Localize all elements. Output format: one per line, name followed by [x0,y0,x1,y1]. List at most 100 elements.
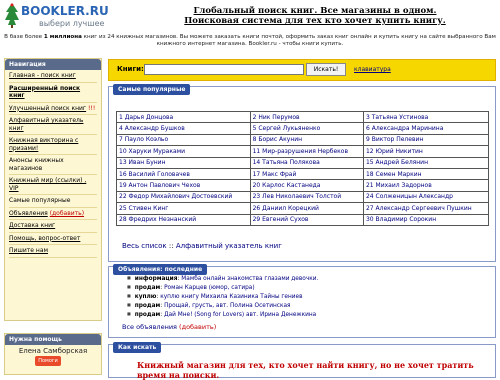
site-logo[interactable]: BOOKLER.RU выбери лучшее [3,2,123,32]
author-link[interactable]: 29 Евгений Сухов [253,216,309,223]
table-cell: 19 Антон Павлович Чехов [116,179,251,192]
nav-item-improved-search[interactable]: Улучшенный поиск книг !!! [9,103,97,115]
nav-item-contact[interactable]: Пишите нам [9,245,97,258]
nav-item-book-world[interactable]: Книжный мир (ссылки) , VIP [9,175,97,195]
table-row: 1 Дарья Донцова 2 Ник Перумов 3 Татьяна Ус… [116,110,490,124]
table-cell: 18 Семен Маркин [362,167,490,181]
author-link[interactable]: 7 Пауло Коэльо [119,136,168,143]
table-row: 19 Антон Павлович Чехов 20 Карлос Кастане… [116,179,490,192]
table-row: 7 Пауло Коэльо 8 Борис Акунин 9 Виктор Пел… [116,133,490,147]
author-link[interactable]: 11 Мир-разрушения Нербеков [253,148,348,155]
author-link[interactable]: 28 Фредрих Незнанский [119,216,196,223]
table-cell: 9 Виктор Пелевин [362,133,490,147]
nav-item-help[interactable]: Помощь, вопрос-ответ [9,233,97,245]
table-cell: 16 Василий Головачев [116,167,251,181]
popular-footer: Весь список :: Алфавитный указатель книг [122,242,282,250]
nav-label[interactable]: Пишите нам [9,247,48,254]
nav-item-popular[interactable]: Самые популярные [9,195,97,208]
nav-label[interactable]: Анонсы книжных магазинов [9,157,64,172]
how-to-tab: Как искать [113,342,162,353]
title-line-2: Поисковая система для тех кто хочет купи… [184,16,446,26]
search-button[interactable]: Искать! [306,63,346,76]
nav-label[interactable]: Книжная викторина с призами! [9,137,78,152]
table-cell: 27 Александр Сергеевич Пушкин [362,202,490,215]
table-cell: 17 Макс Фрай [249,167,364,181]
all-ads-link[interactable]: Все объявления [122,323,177,331]
author-link[interactable]: 26 Даниил Корецкий [253,205,319,212]
author-link[interactable]: 21 Михаил Задорнов [366,182,432,189]
author-link[interactable]: 2 Ник Перумов [253,114,300,121]
table-cell: 24 Солженицын Александр [362,190,490,204]
keyboard-link[interactable]: клавиатура [354,66,391,73]
table-cell: 30 Владимир Сорокин [362,213,490,226]
author-link[interactable]: 14 Татьяна Полякова [253,159,320,166]
author-link[interactable]: 20 Карлос Кастанеда [253,182,321,189]
nav-label[interactable]: Самые популярные [9,197,70,204]
logo-text: BOOKLER.RU [21,4,109,18]
nav-item-advanced-search[interactable]: Расширенный поиск книг [9,83,97,103]
alphabet-index-link[interactable]: Алфавитный указатель книг [176,242,282,250]
table-cell: 22 Федор Михайлович Достоевский [116,190,251,204]
author-link[interactable]: 25 Стивен Кинг [119,205,168,212]
author-link[interactable]: 1 Дарья Донцова [119,114,173,121]
help-header: Нужна помощь [5,334,101,345]
nav-label[interactable]: Улучшенный поиск книг [9,105,86,112]
help-button[interactable]: Помоги [35,356,61,366]
popular-panel: Самые популярные 1 Дарья Донцова 2 Ник Пе… [108,84,496,262]
nav-label[interactable]: Доставка книг [9,222,55,229]
author-link[interactable]: 17 Макс Фрай [253,171,297,178]
author-link[interactable]: 8 Борис Акунин [253,136,302,143]
popular-tab: Самые популярные [113,84,191,95]
ad-link[interactable]: Дай Мне! (Song for Lovers) авт. Ирина Де… [164,312,316,318]
table-cell: 20 Карлос Кастанеда [249,179,364,192]
author-link[interactable]: 19 Антон Павлович Чехов [119,182,200,189]
ad-type: продам [134,303,161,309]
table-cell: 2 Ник Перумов [249,110,364,124]
add-ad-link[interactable]: (добавить) [50,210,84,217]
author-link[interactable]: 13 Иван Бунин [119,159,166,166]
author-link[interactable]: 4 Александр Бушков [119,125,185,132]
intro-rest: книг из 24 книжных магазинов. Вы можете … [81,34,496,47]
author-link[interactable]: 6 Александра Маринина [366,125,443,132]
ad-link[interactable]: Мамба онлайн знакомства глазами девочки. [181,276,318,282]
ad-link[interactable]: Роман Карцев (юмор, сатира) [164,285,255,291]
author-link[interactable]: 27 Александр Сергеевич Пушкин [366,205,472,212]
author-link[interactable]: 15 Андрей Белянин [366,159,428,166]
nav-item-announcements[interactable]: Анонсы книжных магазинов [9,155,97,175]
announcements-panel: Объявления: последние информация: Мамба … [108,264,496,338]
intro-lead: В базе более [4,34,43,40]
nav-item-delivery[interactable]: Доставка книг [9,220,97,233]
author-link[interactable]: 9 Виктор Пелевин [366,136,423,143]
author-link[interactable]: 10 Харуки Мураками [119,148,185,155]
nav-label[interactable]: Объявления [9,210,48,217]
nav-label[interactable]: Главная - поиск книг [9,72,76,79]
ad-type: куплю [134,294,157,300]
author-link[interactable]: 23 Лев Николаевич Толстой [253,193,342,200]
nav-item-ads[interactable]: Объявления (добавить) [9,208,97,220]
author-link[interactable]: 18 Семен Маркин [366,171,422,178]
author-link[interactable]: 3 Татьяна Устинова [366,114,428,121]
table-cell: 1 Дарья Донцова [116,110,251,124]
ad-link[interactable]: куплю книгу Михаила Казиника Тайны гение… [160,294,302,300]
how-to-text: Книжный магазин для тех, кто хочет найти… [137,360,474,380]
search-label: Книги: [117,65,144,73]
nav-label[interactable]: Алфавитный указатель книг [9,117,83,132]
author-link[interactable]: 5 Сергей Лукьяненко [253,125,321,132]
helper-name: Елена Самборская [18,347,88,355]
author-link[interactable]: 12 Юрий Никитин [366,148,423,155]
search-input[interactable] [144,64,304,75]
nav-item-alphabet-index[interactable]: Алфавитный указатель книг [9,115,97,135]
nav-label[interactable]: Книжный мир (ссылки) , VIP [9,177,86,192]
author-link[interactable]: 24 Солженицын Александр [366,193,453,200]
ad-link[interactable]: Прощай, грусть, авт. Полина Осетинская [164,303,290,309]
list-item: продам: Прощай, грусть, авт. Полина Осет… [127,301,318,310]
nav-label[interactable]: Расширенный поиск книг [9,85,80,100]
author-link[interactable]: 30 Владимир Сорокин [366,216,436,223]
author-link[interactable]: 22 Федор Михайлович Достоевский [119,193,232,200]
nav-label[interactable]: Помощь, вопрос-ответ [9,235,80,242]
nav-item-home[interactable]: Главная - поиск книг [9,70,97,83]
nav-item-quiz[interactable]: Книжная викторина с призами! [9,135,97,155]
all-list-link[interactable]: Весь список [122,242,167,250]
add-ad-link[interactable]: (добавить) [179,323,216,331]
author-link[interactable]: 16 Василий Головачев [119,171,190,178]
